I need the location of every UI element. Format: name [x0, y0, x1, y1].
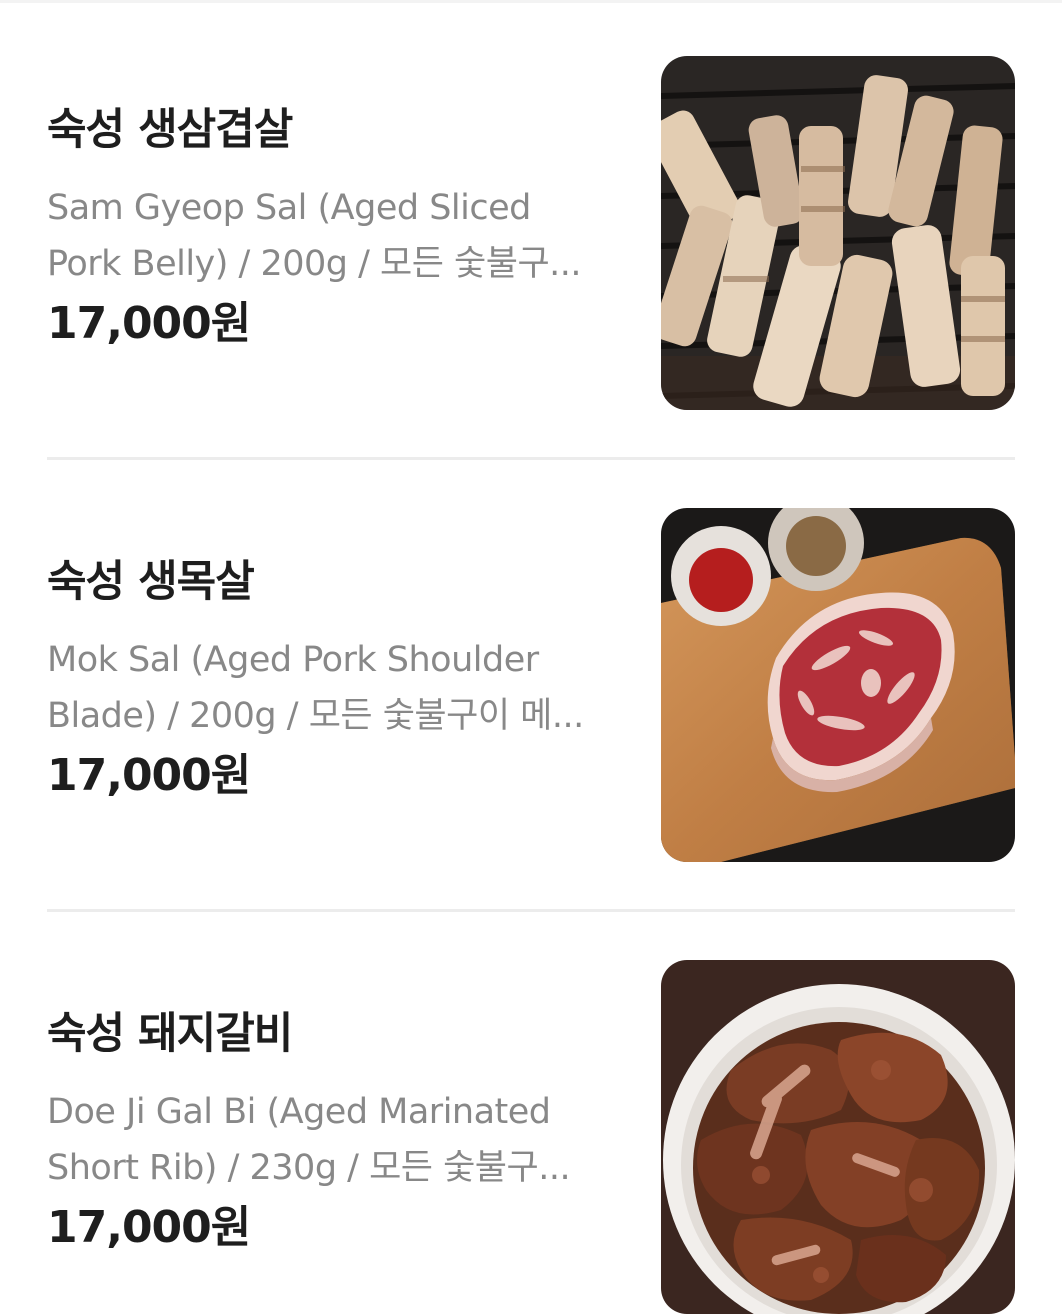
- divider: [47, 457, 1015, 460]
- description-line: Sam Gyeop Sal (Aged Sliced: [47, 188, 531, 228]
- pork-shoulder-on-board-photo[interactable]: [661, 508, 1015, 862]
- menu-item-price: 17,000원: [47, 298, 251, 349]
- menu-item-text: 숙성 돼지갈비 Doe Ji Gal Bi (Aged Marinated Sh…: [47, 1006, 607, 1256]
- menu-item-name: 숙성 돼지갈비: [47, 1009, 293, 1059]
- menu-item-text: 숙성 생삼겹살 Sam Gyeop Sal (Aged Sliced Pork …: [47, 102, 607, 352]
- description-line: Short Rib) / 230g / 모든 숯불구...: [47, 1148, 571, 1188]
- menu-item-description: Sam Gyeop Sal (Aged Sliced Pork Belly) /…: [47, 180, 607, 292]
- top-edge: [0, 0, 1062, 3]
- grilled-pork-belly-photo[interactable]: [661, 56, 1015, 410]
- menu-item-name: 숙성 생삼겹살: [47, 105, 293, 155]
- divider: [47, 909, 1015, 912]
- menu-item[interactable]: 숙성 돼지갈비 Doe Ji Gal Bi (Aged Marinated Sh…: [47, 960, 1015, 1315]
- description-line: Pork Belly) / 200g / 모든 숯불구...: [47, 244, 582, 284]
- menu-item[interactable]: 숙성 생삼겹살 Sam Gyeop Sal (Aged Sliced Pork …: [47, 56, 1015, 411]
- menu-item-price: 17,000원: [47, 1202, 251, 1253]
- description-line: Mok Sal (Aged Pork Shoulder: [47, 640, 539, 680]
- menu-item-price: 17,000원: [47, 750, 251, 801]
- marinated-short-rib-bowl-photo[interactable]: [661, 960, 1015, 1314]
- menu-item-name: 숙성 생목살: [47, 557, 255, 607]
- description-line: Doe Ji Gal Bi (Aged Marinated: [47, 1092, 551, 1132]
- menu-item-description: Doe Ji Gal Bi (Aged Marinated Short Rib)…: [47, 1084, 607, 1196]
- description-line: Blade) / 200g / 모든 숯불구이 메...: [47, 696, 584, 736]
- menu-item[interactable]: 숙성 생목살 Mok Sal (Aged Pork Shoulder Blade…: [47, 508, 1015, 863]
- menu-item-description: Mok Sal (Aged Pork Shoulder Blade) / 200…: [47, 632, 607, 744]
- menu-item-text: 숙성 생목살 Mok Sal (Aged Pork Shoulder Blade…: [47, 554, 607, 804]
